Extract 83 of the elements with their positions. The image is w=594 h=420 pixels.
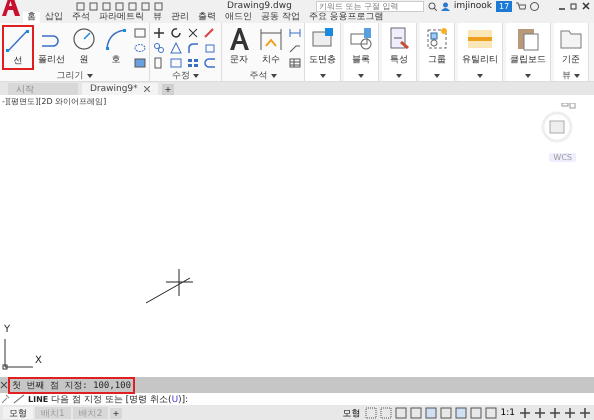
status-icon[interactable] [424,407,437,419]
status-icon[interactable] [364,407,377,419]
tool-icon[interactable] [186,27,200,39]
close-icon[interactable] [144,86,150,92]
panel-title[interactable]: 뷰 [562,69,571,82]
ribbon-tab[interactable]: 뷰 [149,12,166,23]
status-icon[interactable] [519,407,531,419]
panel-title[interactable]: 주석 [250,69,268,82]
caret-icon[interactable] [525,74,531,78]
crosshair-cursor [166,268,194,296]
document-tab[interactable]: Drawing9* [82,83,158,95]
ribbon-tab[interactable]: 애드인 [221,12,256,23]
status-icon[interactable] [440,407,452,419]
tool-icon [258,26,284,52]
status-icon[interactable] [579,407,591,419]
axis-label: Y [4,324,10,335]
caret-icon[interactable] [574,74,580,78]
status-icon[interactable] [410,407,422,419]
ribbon-tab[interactable]: 관리 [167,12,193,23]
ribbon-tab[interactable]: 출력 [194,12,220,23]
ribbon-tab[interactable]: 홈 [23,12,40,23]
cart-icon[interactable] [516,2,526,10]
ribbon-tool-button[interactable]: 치수 [256,25,286,70]
caret-icon[interactable] [270,74,276,78]
tool-icon[interactable] [152,27,166,39]
search-icon[interactable] [428,2,437,10]
ribbon-tab[interactable]: 주석 [68,12,94,23]
file-name: Drawing9.dwg [227,1,292,11]
tool-icon [103,26,129,52]
status-icon[interactable] [549,407,561,419]
status-icon[interactable] [454,407,467,419]
ribbon-tool-button[interactable]: 기준 [556,25,586,70]
ribbon-tool-button[interactable]: 폴리선 [36,25,67,70]
status-icon[interactable] [380,407,392,419]
line-icon[interactable] [13,394,25,404]
tool-icon[interactable] [133,57,147,69]
user-name[interactable]: imjinook [454,1,492,11]
status-icon[interactable] [484,407,497,419]
status-icon[interactable] [534,407,546,419]
search-field[interactable]: 키워드 또는 구절 입력 [316,0,424,12]
caret-icon[interactable] [396,74,402,78]
layout-tab[interactable]: 모형 [3,407,33,419]
viewport-label[interactable]: -][평면도][2D 와이어프레임] [2,96,106,107]
new-tab-icon[interactable] [162,84,174,95]
status-icon[interactable] [564,407,576,419]
notification-badge[interactable]: 17 [496,0,512,12]
caret-icon[interactable] [434,74,440,78]
axis-label: X [35,355,42,366]
model-space-button[interactable]: 모형 [342,406,362,420]
ribbon-tool-button[interactable]: 문자 [224,25,254,70]
panel-title[interactable]: 수정 [172,69,190,82]
caret-icon[interactable] [477,74,483,78]
tool-icon [515,26,541,52]
user-icon[interactable] [440,2,450,10]
scale-button[interactable]: 1:1 [500,408,516,418]
new-tab-icon[interactable] [110,408,122,418]
ucs-icon [2,338,34,370]
tool-icon [348,26,374,52]
panel-title[interactable]: 그리기 [56,69,84,82]
close-icon[interactable] [582,2,590,10]
restore-icon[interactable] [570,2,578,10]
ribbon-tool-button[interactable]: 선 [2,25,34,70]
tool-icon [5,27,31,53]
caret-icon[interactable] [86,74,92,78]
command-line-field[interactable]: LINE 다음 점 지정 또는 [명령 취소(U)]: [28,393,594,405]
ribbon-tab[interactable]: 공동 작업 [257,12,304,23]
ribbon-tab[interactable]: 파라메트릭 [95,12,148,23]
ribbon-tool-button[interactable]: 호 [101,25,131,70]
caret-icon[interactable] [320,74,326,78]
ribbon-tab[interactable]: 삽입 [41,12,67,23]
tool-icon[interactable] [169,27,183,39]
status-icon[interactable] [470,407,482,419]
caret-icon[interactable] [358,74,364,78]
app-logo-icon[interactable] [0,0,22,17]
ribbon-tool-button[interactable]: 원 [69,25,99,70]
close-icon[interactable] [0,381,8,389]
tool-icon[interactable] [133,27,147,39]
drawn-line [146,278,190,304]
tool-icon [71,26,97,52]
status-icon[interactable] [394,407,407,419]
caret-icon[interactable] [193,74,199,78]
tool-icon[interactable] [288,57,302,69]
ribbon-tab[interactable]: 주요 응용프로그램 [304,12,388,23]
